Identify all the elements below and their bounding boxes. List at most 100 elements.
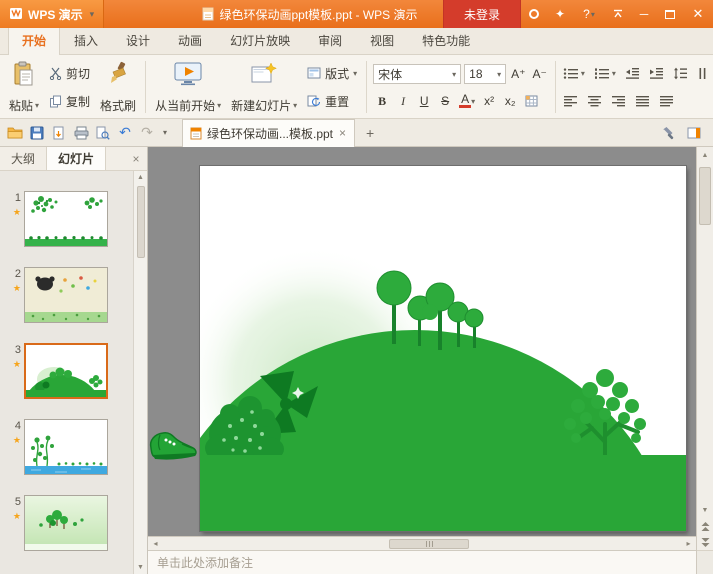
notes-bar[interactable]: 单击此处添加备注 xyxy=(148,550,696,574)
copy-icon xyxy=(50,95,62,107)
login-button[interactable]: 未登录 xyxy=(443,0,521,28)
increase-indent-button[interactable] xyxy=(646,65,667,82)
reset-button[interactable]: 重置 xyxy=(302,91,362,112)
collapse-ribbon-button[interactable] xyxy=(605,0,631,28)
tab-home[interactable]: 开始 xyxy=(8,26,61,55)
tab-review[interactable]: 审阅 xyxy=(304,26,356,54)
redo-button[interactable]: ↷ xyxy=(136,122,158,144)
play-from-current-button[interactable]: 从当前开始 ▾ xyxy=(150,58,226,116)
slide-item-3[interactable]: 3 ★ xyxy=(4,343,129,399)
slide-item-1[interactable]: 1 ★ xyxy=(4,191,129,247)
tab-special-features[interactable]: 特色功能 xyxy=(408,26,484,54)
distribute-button[interactable] xyxy=(656,93,677,109)
thumbnail-scrollbar-thumb[interactable] xyxy=(136,186,145,258)
slide-item-2[interactable]: 2 ★ xyxy=(4,267,129,323)
skin-icon[interactable] xyxy=(521,0,547,28)
decrease-indent-button[interactable] xyxy=(622,65,643,82)
document-tab[interactable]: 绿色环保动画...模板.ppt × xyxy=(182,118,356,147)
scroll-down-icon[interactable]: ▼ xyxy=(137,561,144,574)
format-painter-button[interactable]: 格式刷 xyxy=(95,58,141,116)
align-left-button[interactable] xyxy=(560,93,581,109)
shoe-shape[interactable] xyxy=(148,419,201,465)
new-slide-button[interactable]: 新建幻灯片 ▾ xyxy=(226,58,302,116)
customize-toolbar-dropdown-icon[interactable]: ▾ xyxy=(158,128,172,137)
help-button[interactable]: ? ▾ xyxy=(573,0,605,28)
thumbnail-scrollbar[interactable]: ▲ ▼ xyxy=(133,171,147,574)
align-center-button[interactable] xyxy=(584,93,605,109)
bold-button[interactable]: B xyxy=(373,92,391,110)
symbol-grid-button[interactable] xyxy=(522,92,540,110)
sparkle-icon[interactable]: ✦ xyxy=(547,0,573,28)
align-right-button[interactable] xyxy=(608,93,629,109)
tab-animation[interactable]: 动画 xyxy=(164,26,216,54)
scroll-right-icon[interactable]: ▸ xyxy=(681,539,696,548)
new-document-tab-button[interactable]: + xyxy=(359,122,381,144)
layout-button[interactable]: 版式 ▾ xyxy=(302,63,362,84)
tools-button[interactable] xyxy=(657,122,679,144)
numbered-list-button[interactable]: ▾ xyxy=(591,65,619,82)
superscript-button[interactable]: x² xyxy=(480,92,498,110)
print-preview-button[interactable] xyxy=(92,122,114,144)
previous-slide-button[interactable] xyxy=(697,518,713,534)
slide-canvas-workspace[interactable] xyxy=(148,147,696,536)
next-slide-button[interactable] xyxy=(697,534,713,550)
slide-panel: 大纲 幻灯片 × 1 ★ 2 ★ 3 ★ 4 ★ 5 ★ ▲ ▼ xyxy=(0,147,148,574)
grow-font-button[interactable]: A⁺ xyxy=(509,65,527,83)
strikethrough-button[interactable]: S xyxy=(436,92,454,110)
tab-view[interactable]: 视图 xyxy=(356,26,408,54)
paste-button[interactable]: 粘贴 ▾ xyxy=(4,58,44,116)
cut-button[interactable]: 剪切 xyxy=(44,63,95,84)
horizontal-scrollbar[interactable]: ◂ ▸ xyxy=(148,536,696,550)
tab-slides[interactable]: 幻灯片 xyxy=(46,147,107,170)
export-button[interactable] xyxy=(48,122,70,144)
italic-button[interactable]: I xyxy=(394,92,412,110)
underline-button[interactable]: U xyxy=(415,92,433,110)
slide-item-5[interactable]: 5 ★ xyxy=(4,495,129,551)
minimize-button[interactable]: ─ xyxy=(631,0,657,28)
subscript-button[interactable]: x₂ xyxy=(501,92,519,110)
wps-app-button[interactable]: WPS 演示 ▾ xyxy=(0,0,105,28)
print-button[interactable] xyxy=(70,122,92,144)
scroll-up-icon[interactable]: ▲ xyxy=(697,147,713,163)
window-title: 绿色环保动画ppt模板.ppt - WPS 演示 xyxy=(219,7,418,22)
vertical-scrollbar[interactable]: ▲ ▼ xyxy=(696,147,713,574)
animation-star-icon: ★ xyxy=(12,283,21,293)
horizontal-scrollbar-thumb[interactable] xyxy=(389,539,470,549)
tab-design[interactable]: 设计 xyxy=(112,26,164,54)
font-color-button[interactable]: A ▾ xyxy=(457,92,477,110)
vertical-scrollbar-track[interactable] xyxy=(697,163,713,502)
font-family-select[interactable]: 宋体 ▾ xyxy=(373,64,462,84)
line-spacing-button[interactable] xyxy=(670,65,691,82)
open-folder-button[interactable] xyxy=(4,122,26,144)
collapse-ribbon-icon xyxy=(614,9,622,18)
save-button[interactable] xyxy=(26,122,48,144)
scroll-down-icon[interactable]: ▼ xyxy=(697,502,713,518)
increase-indent-icon xyxy=(649,68,663,80)
document-tab-close-icon[interactable]: × xyxy=(338,126,347,140)
undo-button[interactable]: ↶ xyxy=(114,122,136,144)
close-button[interactable]: ✕ xyxy=(683,0,713,28)
justify-button[interactable] xyxy=(632,93,653,109)
shrink-font-button[interactable]: A⁻ xyxy=(531,65,549,83)
ribbon: 粘贴 ▾ 剪切 复制 格式刷 从当前开始 ▾ 新建幻灯片 ▾ 版式 ▾ 重置 宋… xyxy=(0,55,713,119)
tab-slideshow[interactable]: 幻灯片放映 xyxy=(216,26,304,54)
task-pane-toggle-button[interactable] xyxy=(683,122,705,144)
bullet-list-button[interactable]: ▾ xyxy=(560,65,588,82)
maximize-button[interactable] xyxy=(657,0,683,28)
paste-icon xyxy=(14,61,33,86)
scroll-up-icon[interactable]: ▲ xyxy=(137,171,144,184)
slide-canvas[interactable] xyxy=(200,166,686,531)
tab-insert[interactable]: 插入 xyxy=(60,26,112,54)
double-down-icon xyxy=(701,537,709,547)
play-from-current-icon xyxy=(174,62,202,86)
scroll-left-icon[interactable]: ◂ xyxy=(148,539,163,548)
play-from-current-dropdown-icon: ▾ xyxy=(217,101,222,110)
font-size-select[interactable]: 18 ▾ xyxy=(464,64,507,84)
copy-button[interactable]: 复制 xyxy=(44,91,95,112)
vertical-scrollbar-thumb[interactable] xyxy=(699,167,711,225)
text-direction-button[interactable] xyxy=(694,65,711,82)
align-left-icon xyxy=(563,95,577,107)
slide-item-4[interactable]: 4 ★ xyxy=(4,419,129,475)
tab-outline[interactable]: 大纲 xyxy=(0,147,46,170)
panel-close-icon[interactable]: × xyxy=(125,147,147,170)
